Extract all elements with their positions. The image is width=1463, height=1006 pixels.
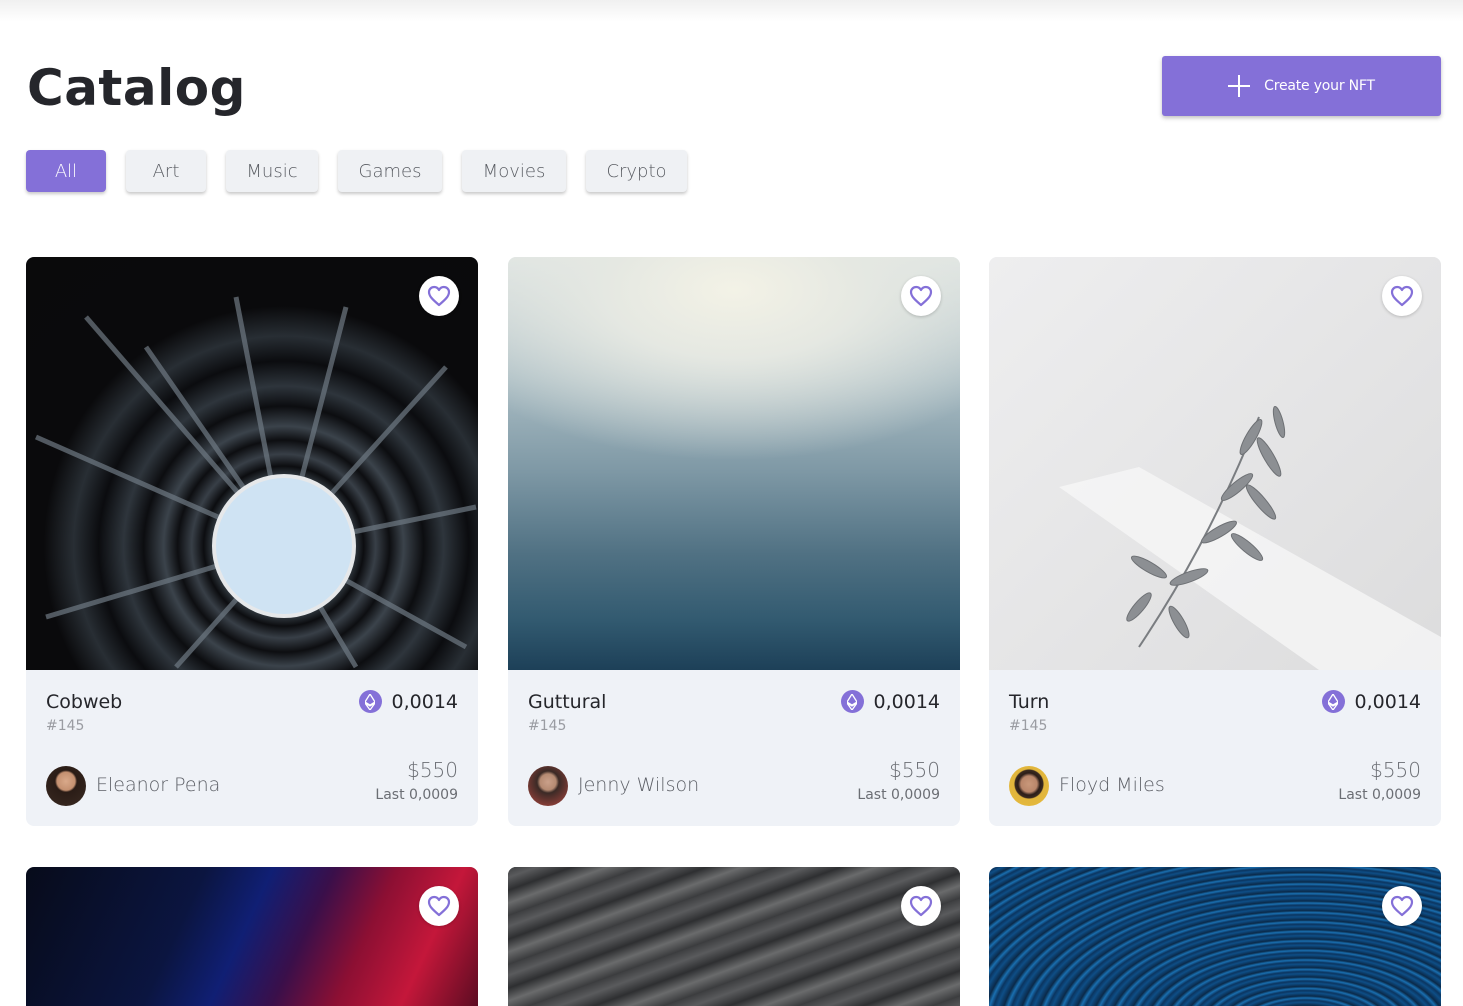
nft-card-row2-1[interactable] bbox=[26, 867, 478, 1006]
last-price: Last 0,0009 bbox=[857, 787, 940, 803]
heart-icon bbox=[1390, 285, 1414, 307]
nft-card-row2-2[interactable] bbox=[508, 867, 960, 1006]
page-title: Catalog bbox=[27, 59, 246, 117]
usd-price: $550 bbox=[407, 758, 458, 782]
owner-name[interactable]: Eleanor Pena bbox=[96, 774, 220, 796]
eth-price: 0,0014 bbox=[1321, 690, 1421, 713]
nft-card-guttural[interactable]: Guttural #145 0,0014 Jenny Wilson $550 L… bbox=[508, 257, 960, 826]
favorite-button[interactable] bbox=[1382, 886, 1422, 926]
owner-avatar[interactable] bbox=[528, 766, 568, 806]
last-price: Last 0,0009 bbox=[1338, 787, 1421, 803]
favorite-button[interactable] bbox=[1382, 276, 1422, 316]
favorite-button[interactable] bbox=[901, 276, 941, 316]
filter-art[interactable]: Art bbox=[126, 150, 206, 192]
eth-price: 0,0014 bbox=[840, 690, 940, 713]
filter-games[interactable]: Games bbox=[338, 150, 442, 192]
nft-card-cobweb[interactable]: Cobweb #145 0,0014 Eleanor Pena $550 Las… bbox=[26, 257, 478, 826]
heart-icon bbox=[909, 285, 933, 307]
nft-image-row2-3[interactable] bbox=[989, 867, 1441, 1006]
nft-info: Guttural #145 0,0014 Jenny Wilson $550 L… bbox=[508, 670, 960, 826]
olive-branch-graphic bbox=[1059, 406, 1441, 670]
favorite-button[interactable] bbox=[901, 886, 941, 926]
owner-name[interactable]: Jenny Wilson bbox=[578, 774, 699, 796]
spiral-structure-graphic bbox=[34, 296, 477, 669]
ethereum-icon bbox=[358, 690, 382, 713]
heart-icon bbox=[1390, 895, 1414, 917]
nft-image-row2-1[interactable] bbox=[26, 867, 478, 1006]
nft-card-turn[interactable]: Turn #145 0,0014 Floyd Miles $550 Last 0… bbox=[989, 257, 1441, 826]
filter-all[interactable]: All bbox=[26, 150, 106, 192]
eth-value: 0,0014 bbox=[391, 690, 458, 713]
filter-music[interactable]: Music bbox=[226, 150, 318, 192]
category-filters: All Art Music Games Movies Crypto bbox=[26, 150, 707, 192]
nft-id: #145 bbox=[46, 718, 85, 734]
owner-avatar[interactable] bbox=[1009, 766, 1049, 806]
eth-value: 0,0014 bbox=[873, 690, 940, 713]
favorite-button[interactable] bbox=[419, 886, 459, 926]
nft-id: #145 bbox=[528, 718, 567, 734]
owner-name[interactable]: Floyd Miles bbox=[1059, 774, 1165, 796]
nft-card-row2-3[interactable] bbox=[989, 867, 1441, 1006]
nft-name: Cobweb bbox=[46, 691, 123, 713]
last-price: Last 0,0009 bbox=[375, 787, 458, 803]
create-nft-label: Create your NFT bbox=[1264, 78, 1375, 94]
heart-icon bbox=[909, 895, 933, 917]
ethereum-icon bbox=[840, 690, 864, 713]
filter-movies[interactable]: Movies bbox=[462, 150, 566, 192]
heart-icon bbox=[427, 285, 451, 307]
ethereum-icon bbox=[1321, 690, 1345, 713]
owner-avatar[interactable] bbox=[46, 766, 86, 806]
nft-image-row2-2[interactable] bbox=[508, 867, 960, 1006]
filter-crypto[interactable]: Crypto bbox=[586, 150, 687, 192]
nft-image-cobweb[interactable] bbox=[26, 257, 478, 670]
usd-price: $550 bbox=[889, 758, 940, 782]
eth-price: 0,0014 bbox=[358, 690, 458, 713]
plus-icon bbox=[1228, 75, 1251, 97]
nft-image-turn[interactable] bbox=[989, 257, 1441, 670]
usd-price: $550 bbox=[1370, 758, 1421, 782]
create-nft-button[interactable]: Create your NFT bbox=[1162, 56, 1441, 116]
nft-id: #145 bbox=[1009, 718, 1048, 734]
eth-value: 0,0014 bbox=[1354, 690, 1421, 713]
nft-name: Turn bbox=[1009, 691, 1050, 713]
header-shadow bbox=[0, 0, 1463, 22]
heart-icon bbox=[427, 895, 451, 917]
nft-info: Turn #145 0,0014 Floyd Miles $550 Last 0… bbox=[989, 670, 1441, 826]
nft-name: Guttural bbox=[528, 691, 607, 713]
nft-info: Cobweb #145 0,0014 Eleanor Pena $550 Las… bbox=[26, 670, 478, 826]
nft-image-guttural[interactable] bbox=[508, 257, 960, 670]
favorite-button[interactable] bbox=[419, 276, 459, 316]
